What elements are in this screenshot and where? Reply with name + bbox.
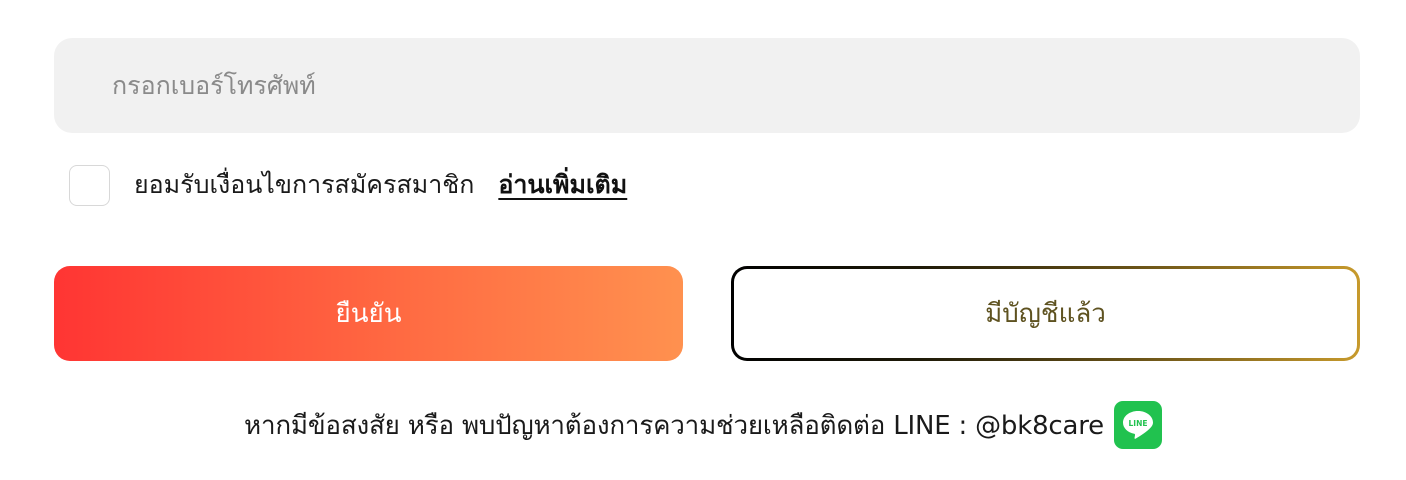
phone-number-field[interactable] bbox=[54, 38, 1360, 133]
confirm-button-label: ยืนยัน bbox=[335, 299, 402, 329]
have-account-button[interactable]: มีบัญชีแล้ว bbox=[731, 266, 1360, 361]
confirm-button[interactable]: ยืนยัน bbox=[54, 266, 683, 361]
read-more-link[interactable]: อ่านเพิ่มเติม bbox=[498, 165, 627, 205]
help-text: หากมีข้อสงสัย หรือ พบปัญหาต้องการความช่ว… bbox=[244, 410, 1104, 441]
line-icon-text: LINE bbox=[1128, 419, 1147, 428]
help-row: หากมีข้อสงสัย หรือ พบปัญหาต้องการความช่ว… bbox=[0, 400, 1406, 450]
terms-label: ยอมรับเงื่อนไขการสมัครสมาชิก bbox=[134, 170, 475, 199]
terms-row: ยอมรับเงื่อนไขการสมัครสมาชิก อ่านเพิ่มเต… bbox=[69, 163, 627, 207]
phone-number-input[interactable] bbox=[54, 38, 1360, 133]
line-icon[interactable]: LINE bbox=[1113, 401, 1162, 449]
have-account-button-label: มีบัญชีแล้ว bbox=[985, 299, 1106, 329]
line-bubble-icon: LINE bbox=[1122, 411, 1153, 439]
terms-checkbox[interactable] bbox=[69, 164, 110, 206]
have-account-button-inner: มีบัญชีแล้ว bbox=[734, 269, 1357, 358]
